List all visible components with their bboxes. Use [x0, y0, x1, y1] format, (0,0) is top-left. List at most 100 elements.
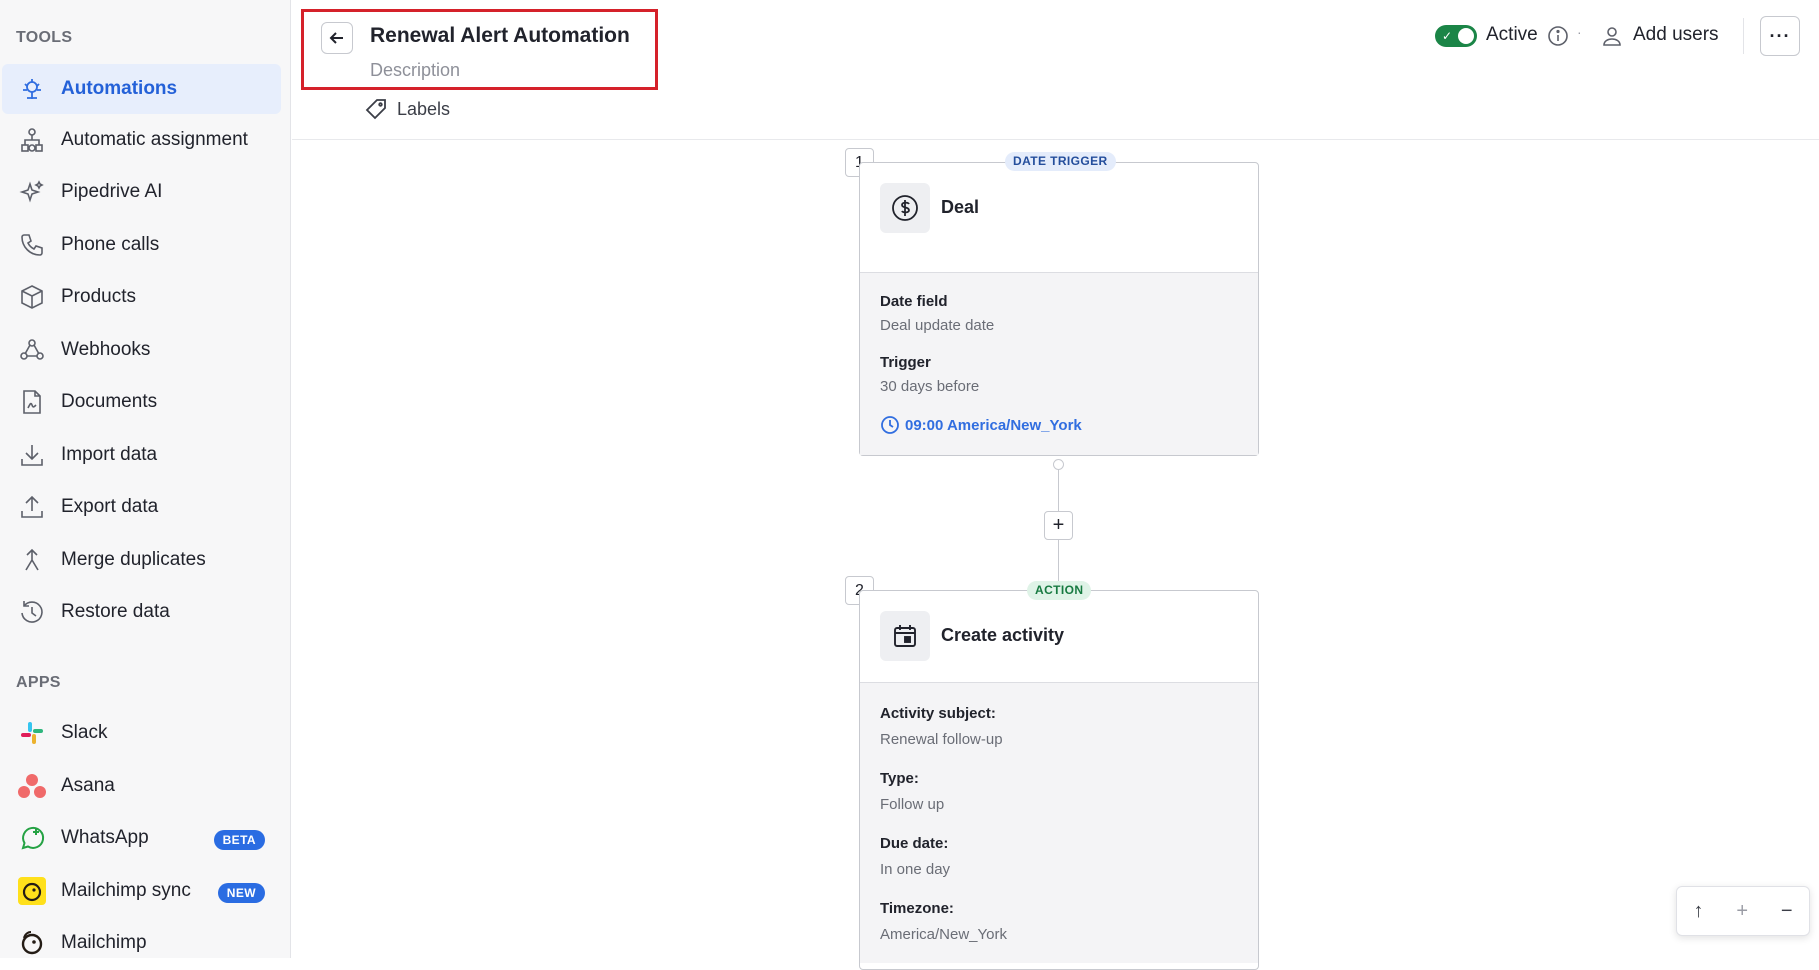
- sidebar-item-label: Mailchimp: [61, 932, 147, 953]
- sidebar-item-mailchimp-sync[interactable]: Mailchimp sync NEW: [2, 866, 281, 916]
- sidebar-item-phone-calls[interactable]: Phone calls: [2, 220, 281, 270]
- calendar-icon: [880, 611, 930, 661]
- sidebar-item-label: Automations: [61, 78, 178, 99]
- sidebar-item-label: Pipedrive AI: [61, 181, 163, 202]
- info-icon[interactable]: [1547, 25, 1569, 47]
- asana-icon: [18, 772, 46, 800]
- sidebar-item-label: Documents: [61, 391, 158, 412]
- scroll-to-top-button[interactable]: ↑: [1693, 900, 1703, 923]
- whatsapp-icon: [18, 824, 46, 852]
- action-card[interactable]: Create activity Activity subject: Renewa…: [859, 590, 1259, 970]
- sidebar: TOOLS Automations Automatic assignment P…: [0, 0, 291, 958]
- zoom-out-button[interactable]: −: [1781, 900, 1793, 923]
- sidebar-item-label: Slack: [61, 722, 108, 743]
- sidebar-item-automatic-assignment[interactable]: Automatic assignment: [2, 115, 281, 165]
- assignment-icon: [18, 126, 46, 154]
- sidebar-item-label: Restore data: [61, 601, 170, 622]
- sidebar-item-slack[interactable]: Slack: [2, 708, 281, 758]
- slack-icon: [18, 719, 46, 747]
- box-icon: [18, 283, 46, 311]
- trigger-time[interactable]: 09:00 America/New_York: [880, 415, 1238, 435]
- add-step-button[interactable]: +: [1044, 511, 1073, 540]
- apps-section-title: APPS: [16, 674, 61, 691]
- sidebar-item-documents[interactable]: Documents: [2, 377, 281, 427]
- sidebar-item-products[interactable]: Products: [2, 272, 281, 322]
- sidebar-item-restore-data[interactable]: Restore data: [2, 587, 281, 637]
- timezone-label: Timezone:: [880, 900, 954, 917]
- dot-separator: ·: [1577, 24, 1582, 40]
- date-trigger-pill: DATE TRIGGER: [1005, 152, 1116, 171]
- active-toggle[interactable]: ✓: [1435, 25, 1477, 47]
- back-button[interactable]: [321, 22, 353, 54]
- document-icon: [18, 388, 46, 416]
- trigger-time-label: 09:00 America/New_York: [905, 416, 1082, 434]
- highlight-box: [301, 9, 658, 90]
- mailchimp-icon: [18, 877, 46, 905]
- page-title[interactable]: Renewal Alert Automation: [370, 24, 630, 48]
- activity-subject-value: Renewal follow-up: [880, 731, 1003, 748]
- sidebar-item-import-data[interactable]: Import data: [2, 430, 281, 480]
- clock-icon: [881, 416, 899, 434]
- due-date-label: Due date:: [880, 835, 949, 852]
- connector-line: [1058, 469, 1059, 511]
- sidebar-item-label: Products: [61, 286, 136, 307]
- trigger-name: Deal: [941, 197, 980, 217]
- zoom-controls: ↑ + −: [1676, 886, 1810, 936]
- date-field-label: Date field: [880, 293, 948, 310]
- sparkle-icon: [18, 178, 46, 206]
- deal-icon: [880, 183, 930, 233]
- timezone-value: America/New_York: [880, 926, 1007, 943]
- sidebar-item-whatsapp[interactable]: WhatsApp BETA: [2, 813, 281, 863]
- sidebar-item-webhooks[interactable]: Webhooks: [2, 325, 281, 375]
- automation-icon: [18, 75, 46, 103]
- trigger-value: 30 days before: [880, 378, 980, 395]
- date-field-value: Deal update date: [880, 317, 995, 334]
- add-users-button[interactable]: Add users: [1633, 24, 1719, 46]
- sidebar-item-merge-duplicates[interactable]: Merge duplicates: [2, 535, 281, 585]
- sidebar-item-pipedrive-ai[interactable]: Pipedrive AI: [2, 167, 281, 217]
- sidebar-item-label: Import data: [61, 444, 158, 465]
- sidebar-item-label: WhatsApp: [61, 827, 149, 848]
- sidebar-item-label: Phone calls: [61, 234, 160, 255]
- sidebar-item-label: Webhooks: [61, 339, 151, 360]
- due-date-value: In one day: [880, 861, 951, 878]
- mailchimp-icon: [18, 929, 46, 957]
- action-name: Create activity: [941, 625, 1065, 645]
- toggle-knob: [1458, 28, 1474, 44]
- check-icon: ✓: [1442, 29, 1453, 43]
- type-value: Follow up: [880, 796, 945, 813]
- beta-badge: BETA: [213, 830, 265, 850]
- sidebar-item-export-data[interactable]: Export data: [2, 482, 281, 532]
- export-icon: [18, 493, 46, 521]
- automation-header: Renewal Alert Automation Description Lab…: [292, 0, 1819, 140]
- arrow-left-icon: [329, 32, 343, 44]
- restore-icon: [18, 598, 46, 626]
- labels-button[interactable]: Labels: [365, 98, 450, 120]
- action-pill: ACTION: [1027, 581, 1092, 600]
- activity-subject-label: Activity subject:: [880, 705, 996, 722]
- trigger-label: Trigger: [880, 354, 931, 371]
- more-options-button[interactable]: ···: [1760, 16, 1800, 56]
- new-badge: NEW: [217, 883, 265, 903]
- user-icon: [1603, 27, 1621, 46]
- tools-section-title: TOOLS: [16, 29, 73, 46]
- trigger-card[interactable]: Deal Date field Deal update date Trigger…: [859, 162, 1259, 456]
- labels-label: Labels: [397, 98, 451, 119]
- merge-icon: [18, 546, 46, 574]
- connector-dot: [1053, 459, 1064, 470]
- webhook-icon: [18, 336, 46, 364]
- description-field[interactable]: Description: [370, 60, 460, 81]
- type-label: Type:: [880, 770, 919, 787]
- sidebar-item-label: Merge duplicates: [61, 549, 206, 570]
- sidebar-item-mailchimp[interactable]: Mailchimp: [2, 918, 281, 968]
- tag-icon: [365, 99, 386, 120]
- sidebar-item-asana[interactable]: Asana: [2, 761, 281, 811]
- zoom-in-button[interactable]: +: [1736, 900, 1748, 923]
- sidebar-item-label: Automatic assignment: [61, 129, 248, 150]
- sidebar-item-automations[interactable]: Automations: [2, 64, 281, 114]
- divider: [1743, 18, 1744, 54]
- sidebar-item-label: Asana: [61, 775, 115, 796]
- sidebar-item-label: Export data: [61, 496, 159, 517]
- phone-icon: [18, 231, 46, 259]
- sidebar-item-label: Mailchimp sync: [61, 880, 191, 901]
